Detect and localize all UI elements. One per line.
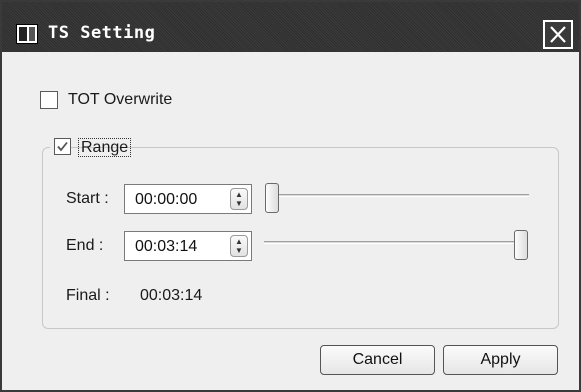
- spin-up-icon[interactable]: ▲: [235, 238, 243, 246]
- start-time-spinbox[interactable]: 00:00:00 ▲ ▼: [124, 184, 252, 214]
- range-checkbox[interactable]: [54, 138, 71, 155]
- end-slider-track[interactable]: [264, 241, 524, 244]
- spin-up-icon[interactable]: ▲: [235, 191, 243, 199]
- end-time-spinbox[interactable]: 00:03:14 ▲ ▼: [124, 231, 252, 261]
- ts-setting-dialog: TS Setting TOT Overwrite Range Start : 0…: [0, 0, 581, 392]
- dialog-content: TOT Overwrite Range Start : 00:00:00 ▲ ▼…: [2, 52, 579, 390]
- end-label: End :: [66, 237, 104, 254]
- apply-button[interactable]: Apply: [443, 345, 558, 375]
- range-label[interactable]: Range: [78, 138, 132, 157]
- end-time-value[interactable]: 00:03:14: [135, 238, 197, 256]
- final-label: Final :: [66, 287, 110, 304]
- range-group-header: Range: [50, 137, 132, 157]
- tot-overwrite-label[interactable]: TOT Overwrite: [68, 91, 172, 109]
- cancel-button[interactable]: Cancel: [320, 345, 435, 375]
- start-slider-track[interactable]: [268, 194, 529, 197]
- start-slider-thumb[interactable]: [265, 183, 279, 213]
- checkmark-icon: [57, 141, 68, 152]
- spin-down-icon[interactable]: ▼: [235, 247, 243, 255]
- final-value: 00:03:14: [140, 287, 203, 304]
- end-slider-thumb[interactable]: [514, 230, 528, 260]
- start-time-value[interactable]: 00:00:00: [135, 191, 197, 209]
- tot-overwrite-checkbox[interactable]: [40, 91, 58, 109]
- close-button[interactable]: [543, 20, 573, 49]
- close-icon: [550, 26, 566, 43]
- start-label: Start :: [66, 190, 109, 207]
- title-bar[interactable]: TS Setting: [2, 2, 579, 52]
- range-groupbox: [42, 147, 559, 329]
- app-icon: [16, 24, 38, 44]
- window-title: TS Setting: [48, 23, 156, 43]
- end-spin-arrows[interactable]: ▲ ▼: [230, 235, 248, 257]
- spin-down-icon[interactable]: ▼: [235, 200, 243, 208]
- start-spin-arrows[interactable]: ▲ ▼: [230, 188, 248, 210]
